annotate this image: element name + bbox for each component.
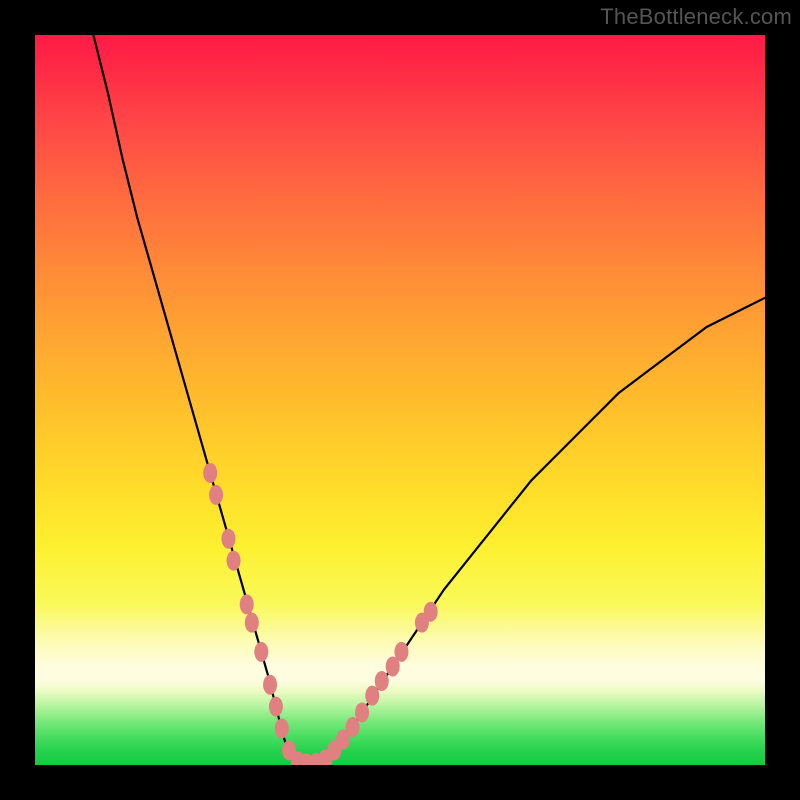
curve-marker [203, 463, 217, 483]
marker-group [203, 463, 437, 765]
chart-svg [35, 35, 765, 765]
curve-marker [394, 642, 408, 662]
curve-marker [263, 675, 277, 695]
watermark-text: TheBottleneck.com [600, 4, 792, 30]
curve-marker [269, 697, 283, 717]
curve-marker [375, 671, 389, 691]
curve-marker [245, 613, 259, 633]
curve-marker [365, 686, 379, 706]
curve-marker [254, 642, 268, 662]
curve-marker [275, 719, 289, 739]
curve-marker [355, 702, 369, 722]
curve-marker [227, 551, 241, 571]
plot-area [35, 35, 765, 765]
chart-frame: TheBottleneck.com [0, 0, 800, 800]
curve-marker [221, 529, 235, 549]
curve-marker [424, 602, 438, 622]
bottleneck-curve [93, 35, 765, 765]
curve-marker [346, 717, 360, 737]
curve-marker [209, 485, 223, 505]
curve-marker [240, 594, 254, 614]
